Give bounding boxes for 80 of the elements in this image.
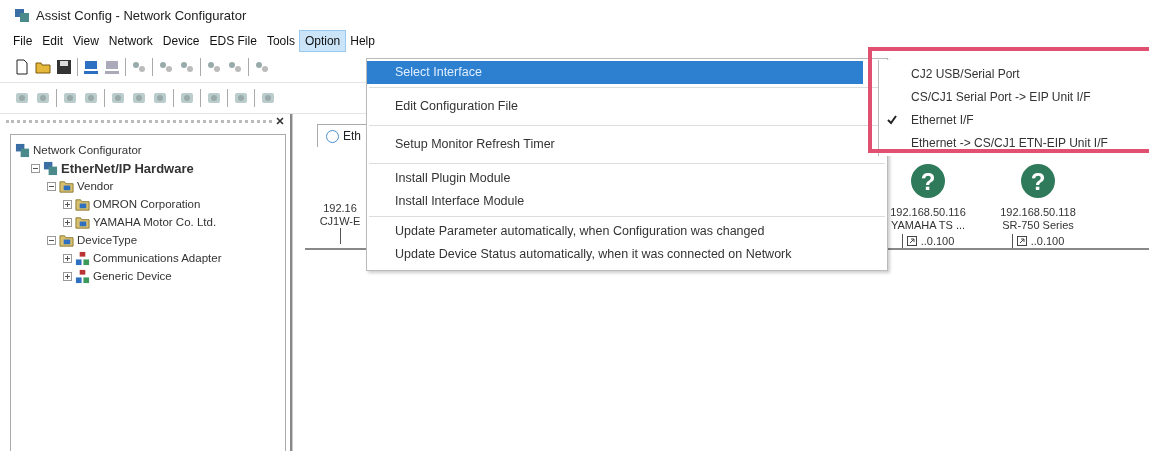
tree-item[interactable]: EtherNet/IP Hardware xyxy=(61,160,194,176)
tool-icon[interactable] xyxy=(233,90,249,106)
tool-icon[interactable] xyxy=(206,59,222,75)
menu-entry[interactable]: Update Parameter automatically, when Configuration was changed xyxy=(367,220,863,243)
new-document-icon[interactable] xyxy=(14,59,30,75)
expand-toggle[interactable] xyxy=(31,163,40,173)
tool-icon[interactable] xyxy=(152,90,168,106)
tool-icon[interactable] xyxy=(62,90,78,106)
expand-toggle[interactable] xyxy=(63,271,72,281)
menu-item[interactable]: Network xyxy=(103,31,158,51)
device-ip: 192.168.50.118 xyxy=(1000,206,1076,219)
tree-item[interactable]: OMRON Corporation xyxy=(93,198,201,210)
menu-entry[interactable]: Select Interface xyxy=(367,61,863,84)
menu-item[interactable]: Option xyxy=(299,31,346,51)
unknown-device-icon[interactable]: ? xyxy=(911,164,945,198)
menu-item[interactable]: Tools xyxy=(261,31,300,51)
menu-item[interactable]: EDS File xyxy=(204,31,262,51)
tree-item[interactable]: Vendor xyxy=(77,180,114,192)
tool-icon[interactable] xyxy=(254,59,270,75)
menu-item[interactable]: Device xyxy=(157,31,205,51)
node-address: ..0.100 xyxy=(920,234,955,248)
tool-icon[interactable] xyxy=(83,90,99,106)
tree-item[interactable]: Communications Adapter xyxy=(93,252,222,264)
device-icon xyxy=(75,268,90,284)
tool-icon[interactable] xyxy=(131,90,147,106)
menu-item[interactable]: File xyxy=(8,31,38,51)
expand-toggle[interactable] xyxy=(63,253,72,263)
tool-icon[interactable] xyxy=(179,59,195,75)
folder-icon[interactable] xyxy=(35,59,51,75)
menu-entry[interactable]: Edit Configuration File xyxy=(367,91,863,122)
tree-item[interactable]: Generic Device xyxy=(93,270,172,282)
window-title: Assist Config - Network Configurator xyxy=(36,7,247,23)
device-name: CJ1W-E xyxy=(319,215,361,228)
menu-entry[interactable]: Update Device Status automatically, when it was connected on Network xyxy=(367,243,863,266)
node-address-icon xyxy=(906,236,917,246)
menu-item[interactable]: View xyxy=(68,31,104,51)
menu-entry[interactable]: Install Plugin Module xyxy=(367,167,863,190)
expand-toggle[interactable] xyxy=(47,181,56,191)
device-ip: 192.16 xyxy=(323,202,357,215)
app-icon xyxy=(14,7,30,23)
device-name: SR-750 Series xyxy=(1002,219,1074,232)
device-icon xyxy=(75,250,90,266)
tree-item[interactable]: DeviceType xyxy=(77,234,138,246)
tree-item[interactable]: YAMAHA Motor Co. Ltd. xyxy=(93,216,217,228)
close-icon[interactable] xyxy=(276,117,284,125)
expand-toggle[interactable] xyxy=(63,199,72,209)
save-icon[interactable] xyxy=(56,59,72,75)
tool-icon[interactable] xyxy=(158,59,174,75)
device-ip: 192.168.50.116 xyxy=(890,206,966,219)
folder-icon xyxy=(59,232,74,248)
tool-icon[interactable] xyxy=(260,90,276,106)
node-address-icon xyxy=(1016,236,1027,246)
tool-icon[interactable] xyxy=(131,59,147,75)
submenu-entry[interactable]: Ethernet -> CS/CJ1 ETN-EIP Unit I/F xyxy=(879,131,1149,154)
node-address: ..0.100 xyxy=(1030,234,1065,248)
submenu-entry[interactable]: CJ2 USB/Serial Port xyxy=(879,62,1149,85)
tool-icon[interactable] xyxy=(14,90,30,106)
menu-item[interactable]: Edit xyxy=(37,31,69,51)
folder-icon xyxy=(59,178,74,194)
tool-icon[interactable] xyxy=(206,90,222,106)
checkmark-icon xyxy=(887,114,897,125)
expand-toggle[interactable] xyxy=(47,235,56,245)
monitor-icon[interactable] xyxy=(104,59,120,75)
menu-entry[interactable]: Install Interface Module xyxy=(367,190,863,213)
expand-toggle[interactable] xyxy=(63,217,72,227)
folder-icon xyxy=(75,196,90,212)
tool-icon[interactable] xyxy=(227,59,243,75)
tool-icon[interactable] xyxy=(179,90,195,106)
monitor-icon[interactable] xyxy=(83,59,99,75)
menu-item[interactable]: Help xyxy=(345,31,380,51)
tool-icon[interactable] xyxy=(35,90,51,106)
network-icon xyxy=(43,160,58,176)
device-name: YAMAHA TS ... xyxy=(890,219,966,232)
network-icon xyxy=(15,142,30,158)
submenu-entry[interactable]: Ethernet I/F xyxy=(879,108,1149,131)
folder-icon xyxy=(75,214,90,230)
submenu-entry[interactable]: CS/CJ1 Serial Port -> EIP Unit I/F xyxy=(879,85,1149,108)
tree-item[interactable]: Network Configurator xyxy=(33,144,142,156)
unknown-device-icon[interactable]: ? xyxy=(1021,164,1055,198)
tool-icon[interactable] xyxy=(110,90,126,106)
